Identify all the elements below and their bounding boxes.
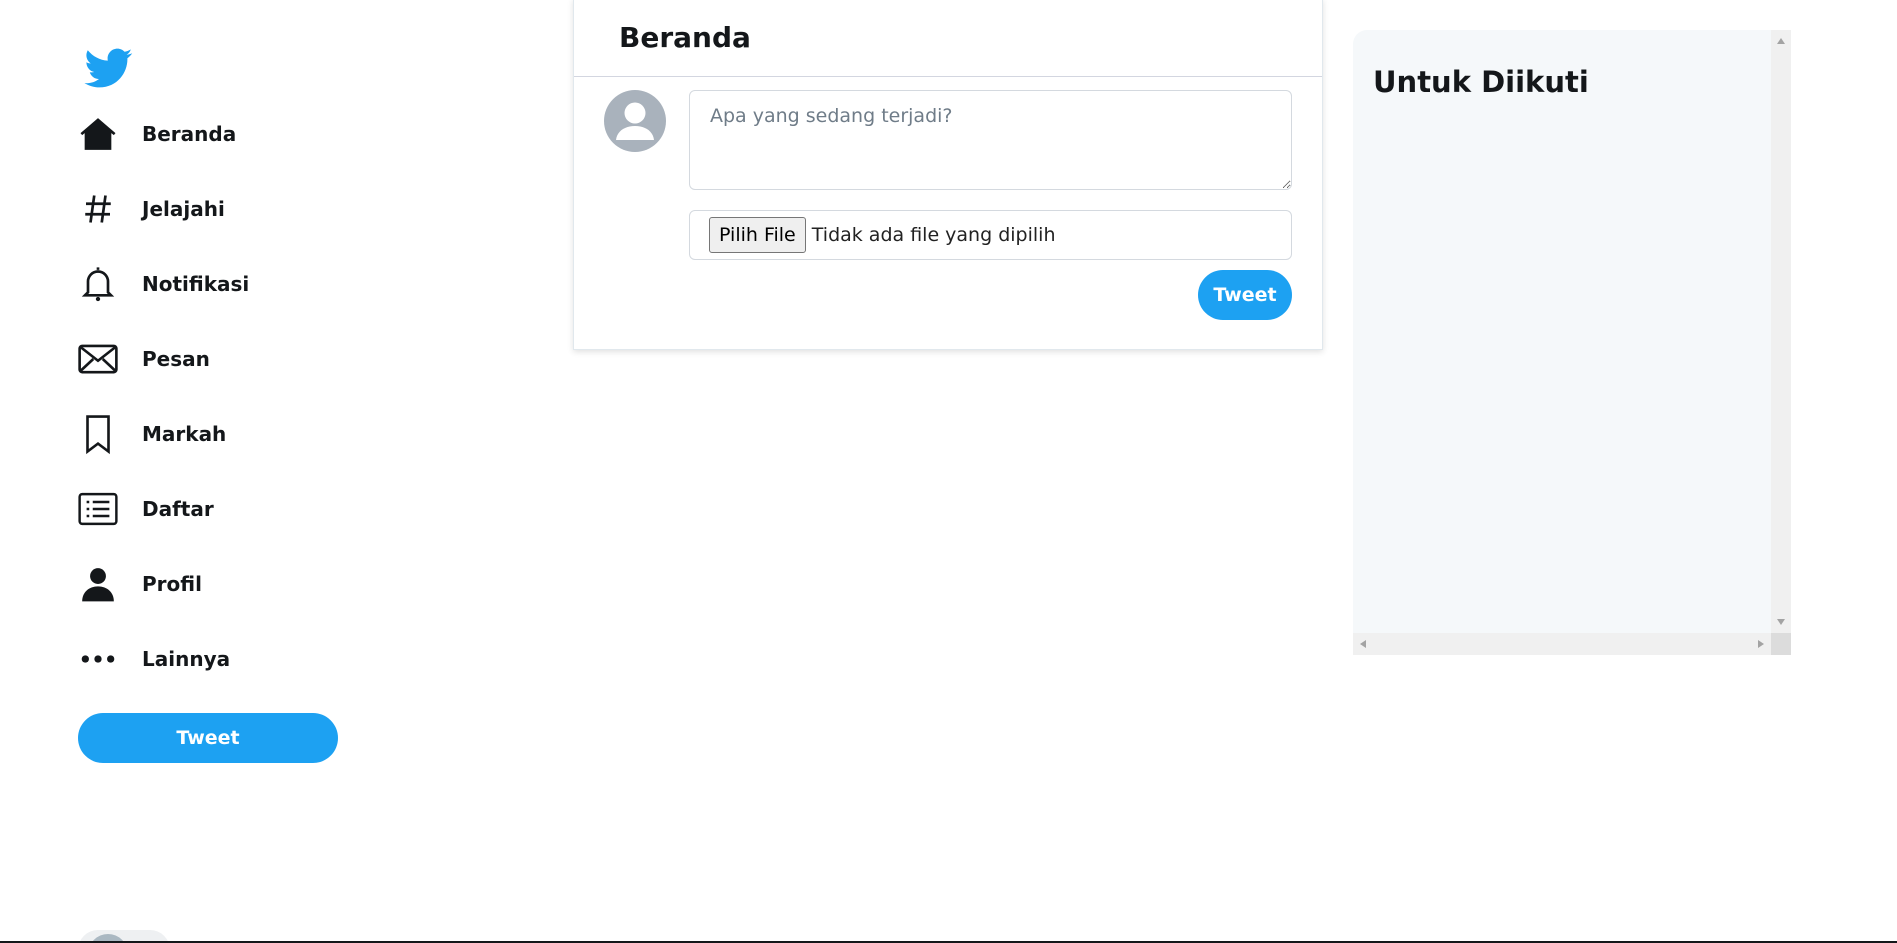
sidebar-item-label: Daftar [142, 497, 214, 521]
sidebar-item-label: Markah [142, 422, 227, 446]
sidebar-item-label: Lainnya [142, 647, 231, 671]
avatar [604, 90, 666, 152]
compose-tweet-input[interactable] [689, 90, 1292, 190]
scroll-up-icon[interactable] [1777, 38, 1785, 44]
compose-tweet-button[interactable]: Tweet [1198, 270, 1292, 320]
home-icon [76, 112, 120, 156]
sidebar-item-markah[interactable]: Markah [76, 406, 226, 462]
bookmark-icon [76, 412, 120, 456]
sidebar-item-daftar[interactable]: Daftar [76, 481, 214, 537]
panel-title: Untuk Diikuti [1373, 65, 1589, 99]
sidebar-item-label: Notifikasi [142, 272, 250, 296]
hashtag-icon [76, 187, 120, 231]
sidebar-item-profil[interactable]: Profil [76, 556, 202, 612]
default-avatar-icon [616, 102, 654, 140]
page-title: Beranda [619, 21, 751, 54]
sidebar-tweet-button[interactable]: Tweet [78, 713, 338, 763]
scroll-down-icon[interactable] [1777, 619, 1785, 625]
sidebar-item-beranda[interactable]: Beranda [76, 106, 236, 162]
bell-icon [76, 262, 120, 306]
sidebar-item-jelajahi[interactable]: Jelajahi [76, 181, 225, 237]
scroll-left-icon[interactable] [1360, 640, 1366, 648]
sidebar-item-pesan[interactable]: Pesan [76, 331, 210, 387]
sidebar-item-label: Jelajahi [142, 197, 225, 221]
envelope-icon [76, 337, 120, 381]
feed-header: Beranda [574, 0, 1322, 77]
sidebar-item-label: Pesan [142, 347, 210, 371]
person-icon [76, 562, 120, 606]
sidebar-item-label: Profil [142, 572, 202, 596]
horizontal-scrollbar[interactable] [1353, 633, 1771, 655]
left-sidebar: Beranda Jelajahi Notifikasi Pesan Markah… [0, 0, 380, 943]
scroll-right-icon[interactable] [1758, 640, 1764, 648]
vertical-scrollbar[interactable] [1771, 30, 1791, 633]
more-dots-icon [76, 637, 120, 681]
sidebar-item-notifikasi[interactable]: Notifikasi [76, 256, 249, 312]
sidebar-item-lainnya[interactable]: Lainnya [76, 631, 230, 687]
twitter-bird-icon[interactable] [82, 44, 136, 92]
scrollbar-corner [1771, 633, 1791, 655]
choose-file-button[interactable]: Pilih File [709, 217, 806, 253]
file-upload-field: Pilih File Tidak ada file yang dipilih [689, 210, 1292, 260]
list-icon [76, 487, 120, 531]
who-to-follow-panel: Untuk Diikuti [1353, 30, 1791, 655]
sidebar-item-label: Beranda [142, 122, 237, 146]
file-status-text: Tidak ada file yang dipilih [811, 224, 1056, 246]
home-feed: Beranda Pilih File Tidak ada file yang d… [573, 0, 1323, 350]
